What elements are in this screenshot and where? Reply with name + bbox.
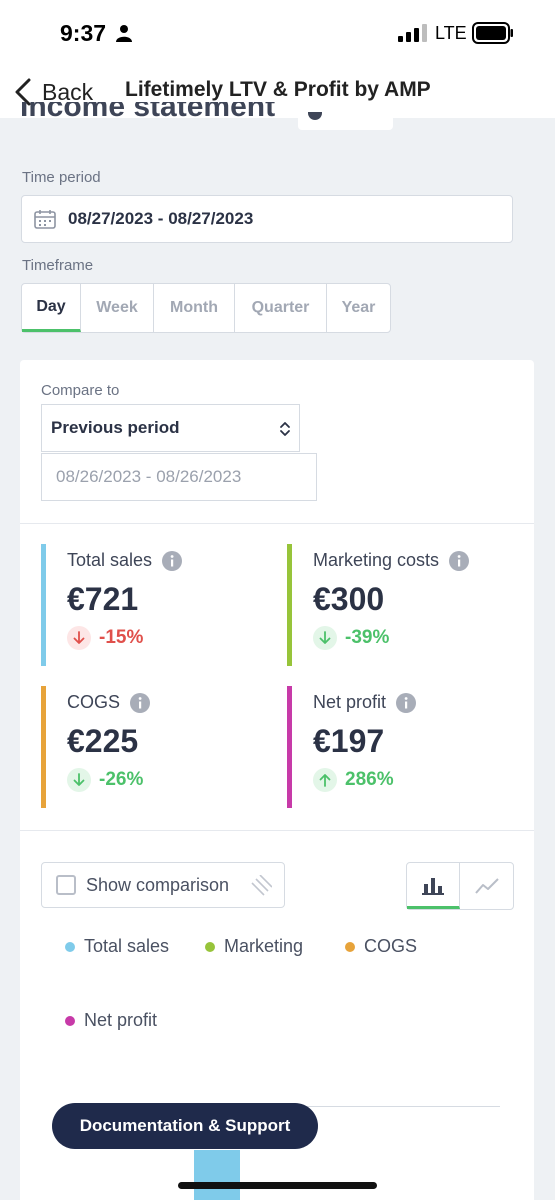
metric-label: Marketing costs: [313, 550, 440, 570]
legend-item-net-profit[interactable]: Net profit: [65, 1010, 157, 1031]
calendar-icon: [34, 210, 56, 229]
chart-bar-total-sales[interactable]: [194, 1150, 240, 1200]
show-comparison-label: Show comparison: [86, 874, 230, 895]
metric-net-profit: Net profit €197 286%: [287, 686, 507, 808]
legend-item-total-sales[interactable]: Total sales: [65, 936, 169, 957]
show-comparison-checkbox[interactable]: [56, 875, 76, 895]
status-time: 9:37: [60, 20, 107, 46]
network-label: LTE: [435, 23, 467, 43]
chevron-updown-icon: [280, 422, 290, 436]
timeframe-label: Timeframe: [22, 257, 94, 274]
arrow-down-icon: [67, 768, 91, 792]
metric-value: €197: [313, 723, 385, 759]
legend-dot: [205, 941, 215, 952]
info-icon[interactable]: [162, 550, 183, 571]
info-icon[interactable]: [449, 550, 470, 571]
stripes-icon: [251, 875, 272, 896]
tab-week[interactable]: Week: [81, 284, 154, 332]
metric-value: €721: [67, 581, 139, 617]
metric-total-sales: Total sales €721 -15%: [41, 544, 261, 666]
time-period-label: Time period: [22, 169, 101, 186]
legend-item-marketing[interactable]: Marketing: [205, 936, 303, 957]
metric-label: COGS: [67, 692, 121, 712]
signal-icon: [398, 24, 427, 42]
documentation-support-button[interactable]: Documentation & Support: [52, 1103, 318, 1149]
metric-value: €225: [67, 723, 139, 759]
legend-item-cogs[interactable]: COGS: [345, 936, 417, 957]
battery-icon: [472, 22, 513, 44]
metric-marketing-costs: Marketing costs €300 -39%: [287, 544, 507, 666]
summary-card: Compare to Previous period 08/26/2023 - …: [20, 360, 534, 1200]
show-comparison-toggle[interactable]: Show comparison: [41, 862, 285, 908]
time-period-value: 08/27/2023 - 08/27/2023: [68, 209, 254, 228]
home-indicator: [178, 1182, 377, 1189]
status-bar: 9:37 LTE: [0, 0, 555, 66]
compare-select-value: Previous period: [51, 418, 180, 437]
metric-change: -39%: [345, 627, 390, 648]
legend-dot: [345, 941, 355, 952]
timeframe-tabs: Day Week Month Quarter Year: [21, 283, 391, 333]
metric-cogs: COGS €225 -26%: [41, 686, 261, 808]
divider: [20, 523, 534, 524]
metric-change: -15%: [99, 627, 144, 648]
info-icon[interactable]: [130, 692, 151, 713]
compare-select[interactable]: Previous period: [41, 404, 300, 452]
arrow-up-icon: [313, 768, 337, 792]
line-chart-icon: [474, 878, 499, 894]
metric-change: 286%: [345, 769, 394, 790]
compare-label: Compare to: [41, 382, 120, 399]
page-title: Income statement: [20, 102, 290, 124]
metric-label: Net profit: [313, 692, 387, 712]
arrow-down-icon: [67, 626, 91, 650]
heading-badge[interactable]: [298, 112, 393, 130]
nav-title: Lifetimely LTV & Profit by AMP: [125, 78, 431, 101]
legend-dot: [65, 941, 75, 952]
legend-label: COGS: [364, 936, 418, 956]
compare-range-input[interactable]: 08/26/2023 - 08/26/2023: [41, 453, 317, 501]
metric-label: Total sales: [67, 550, 153, 570]
tab-quarter[interactable]: Quarter: [235, 284, 327, 332]
arrow-down-icon: [313, 626, 337, 650]
metric-value: €300: [313, 581, 385, 617]
chart-type-toggle: [406, 862, 514, 910]
line-chart-button[interactable]: [460, 863, 513, 909]
info-icon[interactable]: [396, 692, 417, 713]
legend-dot: [65, 1015, 75, 1026]
bar-chart-icon: [422, 877, 444, 895]
time-period-input[interactable]: 08/27/2023 - 08/27/2023: [21, 195, 513, 243]
metric-change: -26%: [99, 769, 144, 790]
legend-label: Net profit: [84, 1010, 158, 1030]
bar-chart-button[interactable]: [407, 863, 460, 909]
tab-day[interactable]: Day: [22, 284, 81, 332]
legend-label: Total sales: [84, 936, 170, 956]
tab-month[interactable]: Month: [154, 284, 235, 332]
divider: [20, 830, 534, 831]
page-title-text: Income statement: [20, 102, 276, 123]
person-icon: [116, 25, 132, 42]
legend-label: Marketing: [224, 936, 304, 956]
badge-icon: [308, 112, 322, 120]
tab-year[interactable]: Year: [327, 284, 390, 332]
